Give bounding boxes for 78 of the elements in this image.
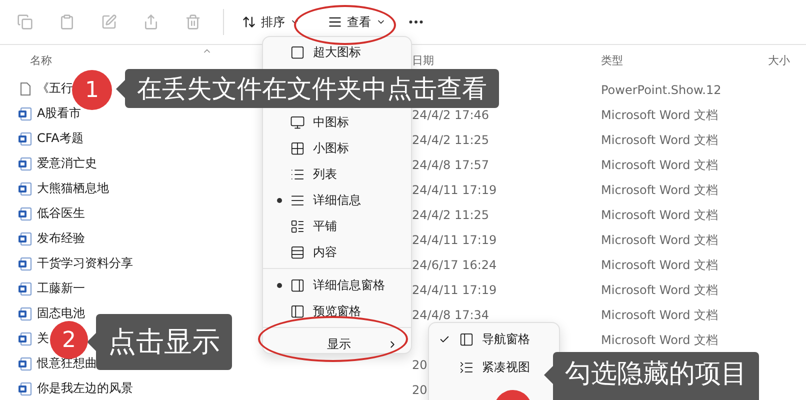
pane-icon (459, 360, 474, 374)
type-cell: Microsoft Word 文档 (601, 108, 718, 122)
type-cell: Microsoft Word 文档 (601, 308, 718, 322)
date-cell: 20 (412, 383, 428, 397)
type-cell: Microsoft Word 文档 (601, 158, 718, 172)
date-cell: 24/4/2 17:46 (412, 108, 490, 122)
type-cell: Microsoft Word 文档 (601, 332, 718, 346)
view-option-icon (290, 244, 305, 260)
word-file-icon (18, 256, 32, 270)
view-option-icon (290, 192, 305, 208)
type-cell: Microsoft Word 文档 (601, 282, 718, 296)
word-file-icon (18, 106, 32, 120)
menu-item[interactable]: 导航窗格 (429, 325, 559, 353)
date-cell: 24/4/8 17:34 (412, 308, 490, 322)
file-name: 低谷医生 (37, 205, 85, 222)
date-cell: 24/4/8 17:57 (412, 158, 490, 172)
file-icon (18, 82, 32, 96)
word-file-icon (18, 382, 32, 396)
word-file-icon (18, 332, 32, 346)
view-option-icon (290, 218, 305, 234)
menu-item[interactable]: 详细信息 (263, 187, 411, 213)
menu-item[interactable]: 平铺 (263, 213, 411, 239)
view-button[interactable]: 查看 (328, 12, 386, 32)
menu-item[interactable]: 小图标 (263, 135, 411, 161)
menu-item[interactable]: 内容 (263, 239, 411, 265)
menu-item[interactable]: 预览窗格 (263, 298, 411, 324)
date-cell: 24/4/2 11:25 (412, 208, 490, 222)
file-name: 固态电池 (37, 305, 85, 322)
file-name: 《五行 (37, 80, 73, 97)
word-file-icon (18, 206, 32, 220)
date-cell: 24/4/11 17:19 (412, 233, 497, 247)
sort-button[interactable]: 排序 (242, 12, 300, 32)
date-cell: 24/4/2 11:25 (412, 133, 490, 147)
file-name: 你是我左边的风景 (37, 380, 133, 397)
lines-icon (328, 15, 342, 29)
word-file-icon (18, 282, 32, 296)
check-icon (439, 334, 450, 344)
type-cell: Microsoft Word 文档 (601, 132, 718, 146)
date-cell: 20 (412, 358, 428, 372)
type-cell: Microsoft Word 文档 (601, 208, 718, 222)
word-file-icon (18, 182, 32, 196)
type-cell: Microsoft Word 文档 (601, 182, 718, 196)
menu-item[interactable]: 中图标 (263, 109, 411, 135)
word-file-icon (18, 306, 32, 320)
view-option-icon (290, 278, 305, 292)
callout: 勾选隐藏的项目 (553, 352, 759, 400)
view-option-icon (290, 140, 305, 156)
word-file-icon (18, 132, 32, 146)
type-cell: Microsoft Word 文档 (601, 258, 718, 272)
sort-icon (242, 15, 256, 29)
file-name: 干货学习资料分享 (37, 255, 133, 272)
pane-icon (459, 332, 474, 346)
word-file-icon (18, 156, 32, 170)
column-header[interactable]: 日期 (412, 53, 601, 68)
view-option-icon (290, 114, 305, 130)
file-name: 关 (37, 330, 49, 347)
column-header[interactable]: 大小 (768, 53, 806, 68)
type-cell: Microsoft Word 文档 (601, 232, 718, 246)
word-file-icon (18, 356, 32, 370)
callout: 点击显示 (96, 314, 232, 370)
file-name: 发布经验 (37, 230, 85, 247)
menu-item[interactable]: 显示 (263, 331, 411, 357)
view-option-icon (290, 44, 305, 60)
callout: 在丢失文件在文件夹中点击查看 (125, 69, 499, 108)
view-option-icon (290, 304, 305, 318)
file-name: 工藤新一 (37, 280, 85, 297)
menu-item[interactable]: 列表 (263, 161, 411, 187)
type-cell: PowerPoint.Show.12 (601, 83, 722, 97)
column-header[interactable]: 类型 (601, 53, 768, 68)
date-cell: 24/4/11 17:19 (412, 183, 497, 197)
menu-item[interactable]: 超大图标 (263, 39, 411, 65)
word-file-icon (18, 232, 32, 246)
date-cell: 24/6/17 16:24 (412, 258, 497, 272)
date-cell: 24/4/11 17:19 (412, 283, 497, 297)
menu-item[interactable]: 详细信息窗格 (263, 272, 411, 298)
file-name: CFA考题 (37, 130, 84, 147)
file-name: 爱意消亡史 (37, 155, 97, 172)
file-name: 大熊猫栖息地 (37, 180, 109, 197)
